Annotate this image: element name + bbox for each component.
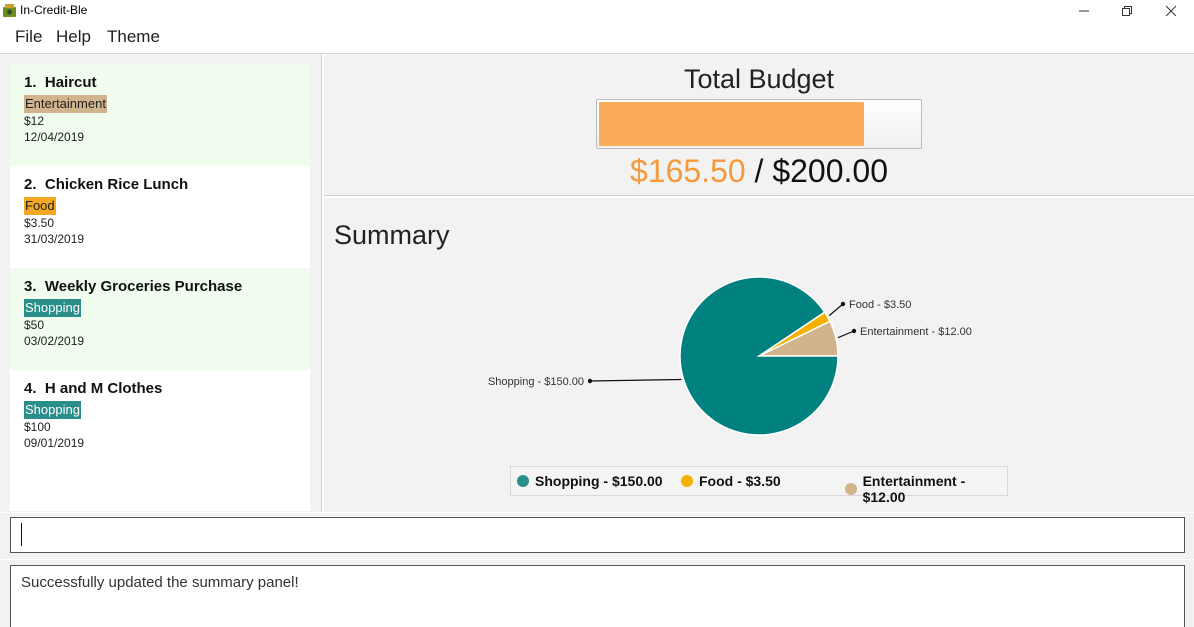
- text-caret: [21, 523, 22, 546]
- category-tag: Food: [24, 197, 56, 215]
- pie-slice-label: Shopping - $150.00: [488, 376, 584, 388]
- expense-title: 2. Chicken Rice Lunch: [24, 176, 189, 193]
- expense-list[interactable]: 1. Haircut Entertainment $12 12/04/2019 …: [10, 64, 310, 511]
- expense-date: 12/04/2019: [24, 130, 85, 144]
- close-button[interactable]: [1148, 0, 1194, 22]
- menu-file[interactable]: File: [15, 27, 42, 47]
- expense-list-panel: 1. Haircut Entertainment $12 12/04/2019 …: [0, 54, 322, 512]
- legend-item: Entertainment - $12.00: [845, 473, 1007, 505]
- expense-card[interactable]: 4. H and M Clothes Shopping $100 09/01/2…: [10, 370, 310, 472]
- category-tag: Shopping: [24, 299, 81, 317]
- close-icon: [1165, 5, 1177, 17]
- expense-card[interactable]: 2. Chicken Rice Lunch Food $3.50 31/03/2…: [10, 166, 310, 268]
- expense-title: 3. Weekly Groceries Purchase: [24, 278, 243, 295]
- command-box-wrapper: [0, 513, 1194, 559]
- result-display-wrapper: Successfully updated the summary panel!: [0, 560, 1194, 627]
- pie-leader-dot: [840, 301, 846, 307]
- summary-pie-chart: Entertainment - $12.00 Food - $3.50 Shoppi…: [488, 276, 972, 436]
- expense-amount: $12: [24, 114, 45, 128]
- budget-panel: Total Budget $165.50 / $200.00: [324, 54, 1194, 196]
- expense-date: 03/02/2019: [24, 334, 85, 348]
- legend-item: Food - $3.50: [681, 473, 781, 489]
- expense-date: 09/01/2019: [24, 436, 85, 450]
- legend-swatch: [845, 483, 857, 495]
- result-display: Successfully updated the summary panel!: [10, 565, 1185, 627]
- pie-leader-line: [828, 303, 844, 317]
- legend-label: Shopping - $150.00: [535, 473, 663, 489]
- expense-amount: $100: [24, 420, 51, 434]
- title-bar: In-Credit-Ble: [0, 0, 1194, 22]
- budget-spent: $165.50: [629, 153, 746, 189]
- expense-title: 1. Haircut: [24, 74, 97, 91]
- expense-amount: $3.50: [24, 216, 55, 230]
- budget-total: $200.00: [772, 153, 888, 189]
- expense-date: 31/03/2019: [24, 232, 85, 246]
- pie-leader-line: [589, 378, 682, 382]
- legend-swatch: [517, 475, 529, 487]
- menu-bar: File Help Theme: [0, 22, 1194, 54]
- minimize-icon: [1079, 10, 1089, 12]
- budget-separator: /: [754, 153, 764, 189]
- restore-button[interactable]: [1104, 0, 1150, 22]
- pie-leader-line: [837, 330, 855, 339]
- budget-title: Total Budget: [683, 64, 835, 94]
- budget-progress-bar: [596, 99, 922, 149]
- menu-theme[interactable]: Theme: [107, 27, 160, 47]
- summary-panel: Summary Entertainment - $12.00 Food - $3.…: [324, 198, 1194, 512]
- pie-leader-dot: [587, 378, 593, 384]
- expense-amount: $50: [24, 318, 45, 332]
- expense-card[interactable]: 3. Weekly Groceries Purchase Shopping $5…: [10, 268, 310, 370]
- menu-help[interactable]: Help: [56, 27, 91, 47]
- restore-icon: [1122, 6, 1132, 16]
- legend-label: Food - $3.50: [699, 473, 781, 489]
- category-tag: Shopping: [24, 401, 81, 419]
- category-tag: Entertainment: [24, 95, 107, 113]
- pie-slice: [679, 276, 839, 436]
- legend-swatch: [681, 475, 693, 487]
- expense-card[interactable]: 1. Haircut Entertainment $12 12/04/2019: [10, 64, 310, 166]
- legend-item: Shopping - $150.00: [517, 473, 663, 489]
- budget-amounts: $165.50 / $200.00: [324, 153, 1194, 190]
- window-title: In-Credit-Ble: [20, 3, 88, 17]
- pie-legend: Shopping - $150.00 Food - $3.50 Entertai…: [510, 466, 1008, 505]
- expense-title: 4. H and M Clothes: [24, 380, 163, 397]
- pie-slice-label: Entertainment - $12.00: [860, 326, 972, 338]
- app-logo-icon: [3, 4, 16, 17]
- legend-label: Entertainment - $12.00: [862, 473, 966, 505]
- budget-progress-fill: [599, 102, 864, 146]
- command-input[interactable]: [10, 517, 1185, 553]
- minimize-button[interactable]: [1061, 0, 1107, 22]
- pie-slice-label: Food - $3.50: [849, 299, 911, 311]
- pie-leader-dot: [851, 328, 857, 334]
